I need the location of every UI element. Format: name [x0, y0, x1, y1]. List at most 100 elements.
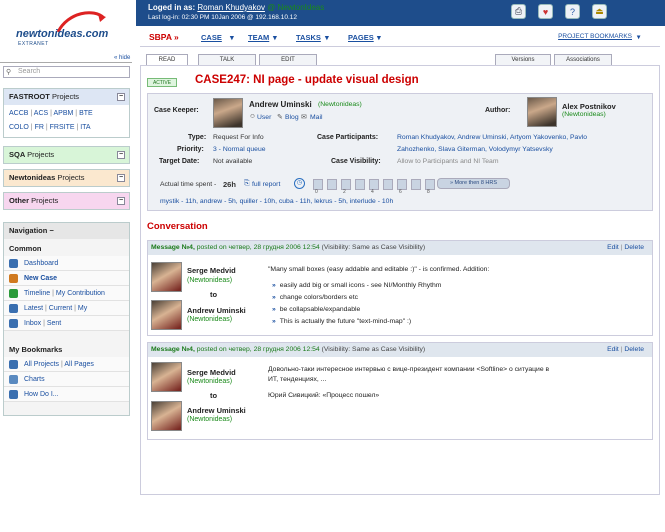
keeper-name[interactable]: Andrew Uminski: [249, 100, 312, 109]
search-input[interactable]: Search: [3, 66, 130, 78]
divider: [140, 46, 660, 47]
help-icon[interactable]: ?: [565, 4, 580, 19]
collapse-toggle-icon[interactable]: −: [117, 93, 125, 101]
mail-icon: ✉: [301, 114, 307, 121]
chevron-down-icon[interactable]: ▾: [377, 33, 381, 42]
recipient-avatar[interactable]: [151, 300, 182, 330]
sqa-projects-box[interactable]: SQA Projects −: [3, 146, 130, 164]
user-link[interactable]: Roman Khudyakov: [197, 3, 265, 12]
participants-line-1[interactable]: Roman Khudyakov, Andrew Uminski, Artyom …: [397, 134, 587, 141]
nav-link[interactable]: My Contribution: [56, 290, 105, 297]
type-value: Request For Info: [213, 134, 264, 141]
chevron-down-icon[interactable]: ▾: [273, 33, 277, 42]
project-link[interactable]: ITA: [80, 124, 90, 131]
project-link[interactable]: BTE: [79, 110, 93, 117]
nav-tasks[interactable]: TASKS: [296, 33, 321, 42]
visibility-label: Case Visibility:: [331, 158, 381, 165]
edit-link[interactable]: Edit: [607, 244, 619, 251]
message-label: Message №4,: [151, 244, 195, 251]
charts-icon: [9, 375, 18, 384]
sender-name[interactable]: Serge Medvid: [187, 368, 236, 377]
nav-link[interactable]: All Pages: [64, 361, 94, 368]
nav-link[interactable]: Charts: [24, 376, 45, 383]
other-projects-box[interactable]: Other Projects −: [3, 192, 130, 210]
project-name[interactable]: SBPA »: [149, 32, 179, 42]
edit-link[interactable]: Edit: [607, 346, 619, 353]
project-bookmarks-link[interactable]: PROJECT BOOKMARKS: [558, 33, 632, 40]
author-label: Author:: [485, 107, 511, 114]
collapse-toggle-icon[interactable]: −: [49, 226, 53, 235]
favorite-icon[interactable]: ♥: [538, 4, 553, 19]
more-hours-text: More then 8 HRS: [454, 180, 498, 186]
nav-link[interactable]: Timeline: [24, 290, 50, 297]
recipient-name[interactable]: Andrew Uminski: [187, 306, 246, 315]
full-report-link[interactable]: full report: [252, 181, 280, 188]
navigation-header[interactable]: Navigation −: [4, 223, 129, 239]
keeper-blog-link[interactable]: Blog: [285, 114, 299, 121]
author-avatar[interactable]: [527, 97, 557, 127]
nav-link[interactable]: Dashboard: [24, 260, 58, 267]
project-link[interactable]: ACCB: [9, 110, 28, 117]
hide-sidebar-link[interactable]: « hide: [114, 55, 130, 61]
chevron-down-icon[interactable]: ▾: [637, 33, 640, 41]
fastroot-projects-box: FASTROOT Projects − ACCB | ACS | APBM | …: [3, 88, 130, 138]
other-title: Other: [9, 196, 30, 205]
sender-avatar[interactable]: [151, 362, 182, 392]
nav-link[interactable]: Current: [49, 305, 72, 312]
time-breakdown[interactable]: mystik - 11h, andrew - 5h, quiller - 10h…: [160, 198, 393, 205]
nav-items: Dashboard New Case Timeline | My Contribut…: [4, 256, 129, 331]
conversation-title: Conversation: [147, 221, 208, 232]
project-link[interactable]: COLO: [9, 124, 29, 131]
nav-item-all-projects: All Projects | All Pages: [4, 357, 129, 372]
collapse-toggle-icon[interactable]: −: [117, 197, 125, 205]
nav-link[interactable]: All Projects: [24, 361, 59, 368]
time-cell: [411, 179, 421, 190]
project-link[interactable]: FR: [35, 124, 44, 131]
project-link[interactable]: ACS: [34, 110, 48, 117]
keeper-avatar[interactable]: [213, 98, 243, 128]
nav-link[interactable]: How Do I...: [24, 391, 59, 398]
chevron-down-icon[interactable]: ▾: [325, 33, 329, 42]
clock-icon: ◷: [294, 178, 305, 189]
delete-link[interactable]: Delete: [624, 346, 644, 353]
message-link[interactable]: Юрий Сивицкий: «Процесс пошел»: [268, 392, 379, 399]
author-name[interactable]: Alex Postnikov: [562, 102, 616, 111]
project-link[interactable]: APBM: [54, 110, 74, 117]
at-sign: @: [267, 3, 276, 12]
nav-link[interactable]: Sent: [47, 320, 61, 327]
collapse-toggle-icon[interactable]: −: [117, 151, 125, 159]
sender-name[interactable]: Serge Medvid: [187, 266, 236, 275]
bookmark-items: All Projects | All Pages Charts How Do I..…: [4, 357, 129, 402]
nav-link[interactable]: Latest: [24, 305, 43, 312]
sender-org: (Newtonideas): [187, 378, 233, 385]
print-icon[interactable]: ⎙: [511, 4, 526, 19]
logo[interactable]: newtonideas.com EXTRANET: [10, 10, 130, 50]
nav-link[interactable]: My: [78, 305, 87, 312]
sender-avatar[interactable]: [151, 262, 182, 292]
nav-link[interactable]: New Case: [24, 275, 57, 282]
newtonideas-projects-box[interactable]: Newtonideas Projects −: [3, 169, 130, 187]
nav-link[interactable]: Inbox: [24, 320, 41, 327]
keeper-org: (Newtonideas): [318, 101, 362, 108]
nav-item-new-case: New Case: [4, 271, 129, 286]
nav-case[interactable]: CASE: [201, 33, 222, 42]
participants-line-2[interactable]: Zahozhenko, Slava Giterman, Volodymyr Ya…: [397, 146, 553, 153]
nav-team[interactable]: TEAM: [248, 33, 269, 42]
bullet-item: » be collapsable/expandable: [272, 306, 360, 313]
time-cell: [327, 179, 337, 190]
collapse-toggle-icon[interactable]: −: [117, 174, 125, 182]
keeper-mail-link[interactable]: Mail: [310, 114, 322, 121]
report-icon: ⎘: [244, 180, 250, 187]
case-keeper-label: Case Keeper:: [154, 107, 199, 114]
delete-link[interactable]: Delete: [624, 244, 644, 251]
exit-icon[interactable]: ⏏: [592, 4, 607, 19]
project-link[interactable]: FRSITE: [50, 124, 75, 131]
chevron-down-icon[interactable]: ▾: [230, 33, 234, 42]
latest-icon: [9, 304, 18, 313]
keeper-user-link[interactable]: User: [257, 114, 271, 121]
nav-pages[interactable]: PAGES: [348, 33, 374, 42]
recipient-name[interactable]: Andrew Uminski: [187, 406, 246, 415]
recipient-avatar[interactable]: [151, 401, 182, 431]
fastroot-header[interactable]: FASTROOT Projects −: [4, 89, 129, 105]
priority-value[interactable]: 3 - Normal queue: [213, 146, 266, 153]
